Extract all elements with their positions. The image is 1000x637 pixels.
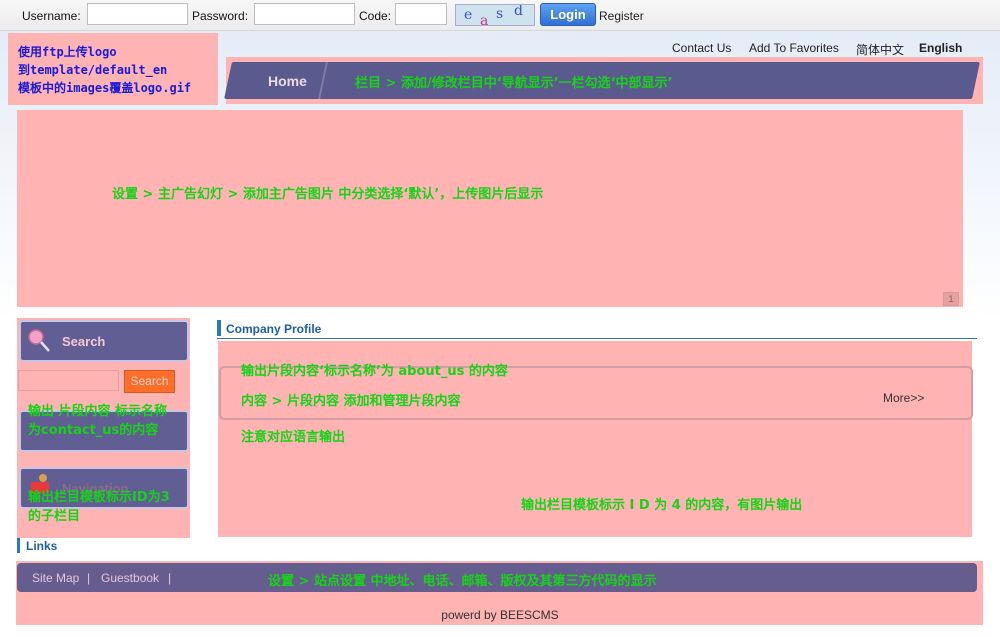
register-link[interactable]: Register: [599, 9, 644, 23]
lang-cn-link[interactable]: 简体中文: [856, 41, 904, 58]
section-marker: [17, 538, 20, 553]
password-label: Password:: [192, 9, 249, 23]
footer-separator: |: [87, 571, 91, 585]
site-map-link[interactable]: Site Map: [32, 571, 79, 585]
links-title: Links: [26, 539, 58, 553]
login-button[interactable]: Login: [540, 3, 596, 26]
password-input[interactable]: [254, 3, 355, 25]
lang-en-link[interactable]: English: [919, 41, 962, 55]
username-input[interactable]: [87, 3, 188, 25]
language-note: 注意对应语言输出: [241, 430, 346, 445]
code-label: Code:: [359, 9, 392, 23]
search-input[interactable]: [18, 370, 119, 391]
login-bar: Username: Password: Code: e a s d Login …: [0, 0, 1000, 31]
add-to-favorites-link[interactable]: Add To Favorites: [749, 41, 839, 55]
profile-instruction: 内容 > 片段内容 添加和管理片段内容: [241, 394, 461, 409]
banner-note: 设置 > 主广告幻灯 > 添加主广告图片 中分类选择‘默认’，上传图片后显示: [112, 187, 544, 202]
navigation-note: 输出栏目模板标示ID为3的子栏目: [28, 490, 170, 524]
guestbook-link[interactable]: Guestbook: [101, 571, 159, 585]
username-label: Username:: [22, 9, 81, 23]
captcha-image[interactable]: e a s d: [455, 4, 535, 26]
footer-note: 设置 > 站点设置 中地址、电话、邮箱、版权及其第三方代码的显示: [268, 574, 657, 589]
products-note: 输出栏目模板标示 I D 为 4 的内容，有图片输出: [521, 498, 803, 513]
section-divider: [217, 338, 977, 339]
company-profile-title: Company Profile: [226, 322, 322, 336]
nav-note: 栏目 > 添加/修改栏目中‘导航显示’一栏勾选‘中部显示’: [355, 76, 673, 91]
profile-note: 输出片段内容‘标示名称’为 about_us 的内容: [241, 364, 508, 379]
contact-us-link[interactable]: Contact Us: [672, 41, 731, 55]
search-button[interactable]: Search: [124, 370, 175, 393]
nav-home-link[interactable]: Home: [268, 73, 307, 89]
search-icon: [28, 329, 50, 352]
logo-note: 使用ftp上传logo 到template/default_en 模板中的ima…: [18, 45, 192, 95]
section-marker: [217, 320, 221, 336]
contact-note: 输出 片段内容 标示名称为contact_us的内容: [28, 404, 168, 438]
powered-by: powerd by BEESCMS: [441, 608, 559, 622]
slide-indicator[interactable]: 1: [943, 292, 959, 306]
footer-separator: |: [168, 571, 172, 585]
search-title: Search: [62, 334, 106, 349]
code-input[interactable]: [395, 3, 447, 25]
banner-slideshow: [17, 110, 963, 307]
more-link[interactable]: More>>: [883, 391, 924, 405]
